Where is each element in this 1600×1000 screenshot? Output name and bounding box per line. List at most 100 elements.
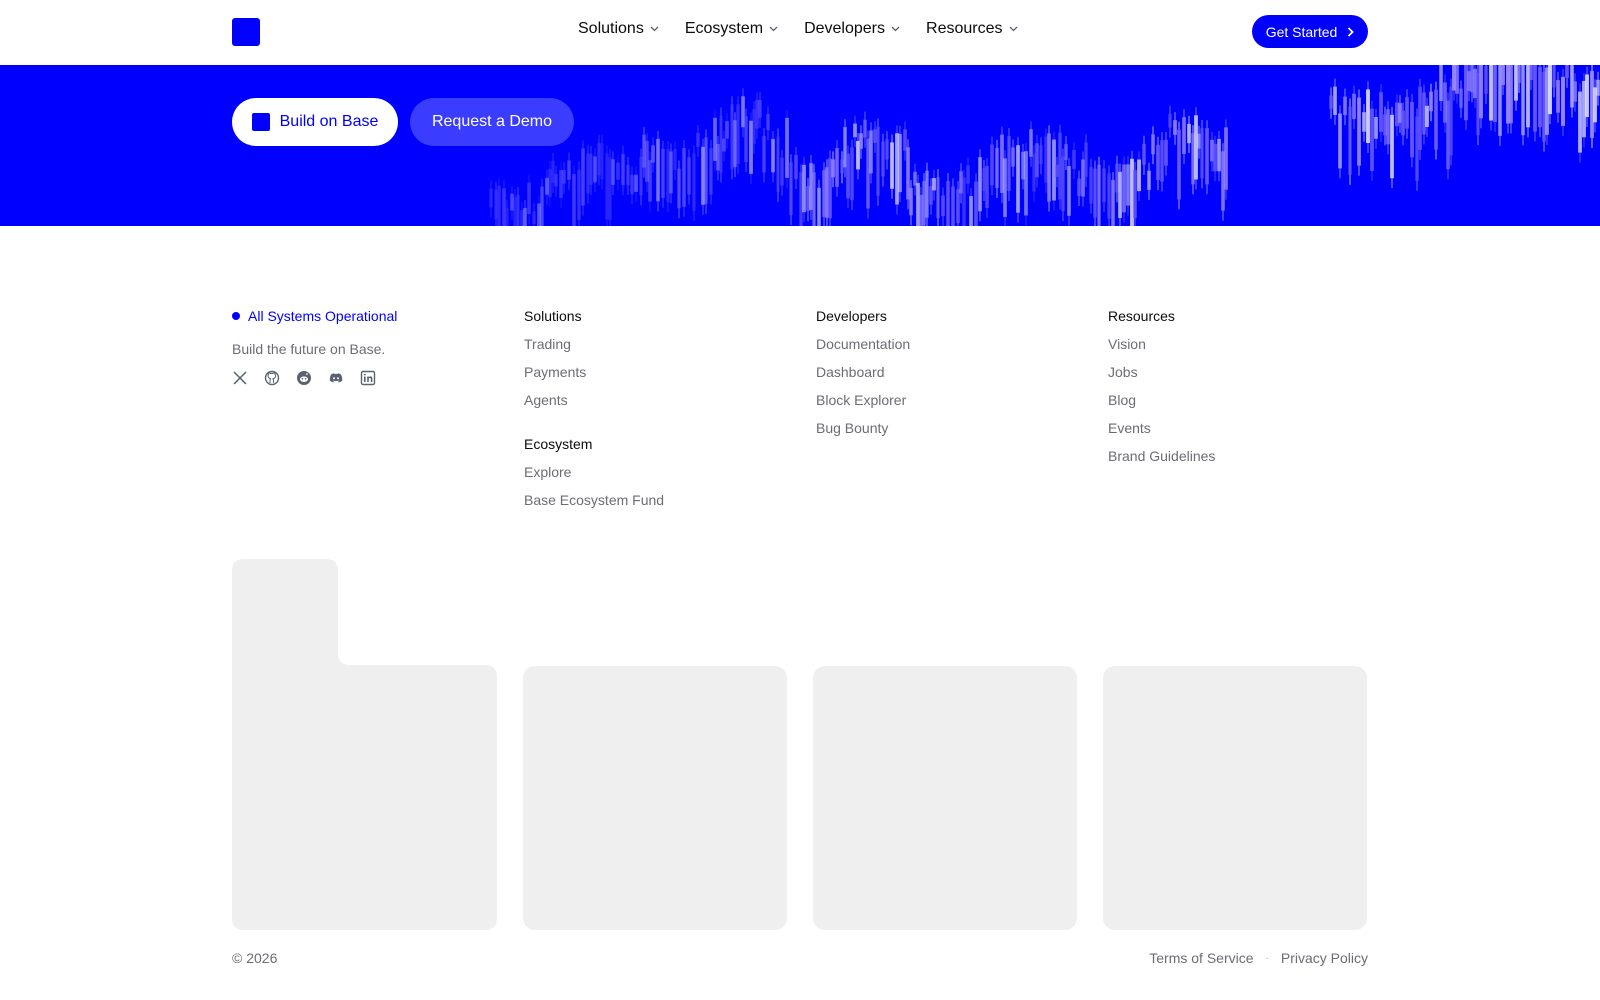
request-demo-label: Request a Demo — [431, 113, 553, 130]
nav-label: Ecosystem — [684, 20, 764, 37]
candle-body — [890, 142, 894, 189]
footer-tile-1 — [232, 559, 497, 930]
nav-resources[interactable]: Resources — [926, 20, 1017, 38]
link-agents[interactable]: Agents — [524, 392, 664, 410]
main-nav: Solutions Ecosystem Developers Resources — [578, 20, 1018, 38]
system-status[interactable]: All Systems Operational — [232, 308, 397, 324]
candle-body — [1509, 65, 1513, 124]
candle-body — [682, 147, 686, 207]
candle-body — [1390, 114, 1394, 179]
candle-body — [581, 148, 585, 206]
candle-body — [771, 139, 775, 173]
link-jobs[interactable]: Jobs — [1108, 364, 1215, 382]
candle-body — [1352, 93, 1356, 120]
candle-body — [1529, 65, 1533, 80]
candle-body — [1425, 105, 1429, 128]
candle-body — [567, 160, 571, 180]
build-on-base-button[interactable]: Build on Base — [232, 98, 398, 146]
candle-body — [669, 151, 673, 194]
nav-label: Resources — [926, 20, 1003, 37]
build-on-base-label: Build on Base — [279, 113, 379, 130]
candle-body — [932, 177, 936, 191]
status-dot-icon — [232, 312, 240, 320]
link-vision[interactable]: Vision — [1108, 336, 1215, 354]
link-trading[interactable]: Trading — [524, 336, 664, 354]
candle-body — [1168, 113, 1172, 128]
candle-body — [1107, 173, 1111, 219]
linkedin-icon[interactable] — [360, 370, 376, 386]
privacy-link[interactable]: Privacy Policy — [1281, 950, 1368, 966]
candle-body — [1573, 81, 1577, 102]
legal-separator: · — [1265, 952, 1269, 964]
github-icon[interactable] — [264, 370, 280, 386]
link-events[interactable]: Events — [1108, 420, 1215, 438]
link-bug-bounty[interactable]: Bug Bounty — [816, 420, 910, 438]
candle-body — [709, 148, 713, 195]
candle-body — [1084, 142, 1088, 177]
candle-body — [990, 144, 994, 186]
candle-body — [1578, 91, 1582, 153]
candle-body — [1533, 65, 1537, 132]
candle-body — [1517, 65, 1521, 83]
candle-body — [540, 186, 544, 226]
candle-body — [1111, 180, 1115, 226]
candle-body — [1011, 147, 1015, 167]
candle-body — [577, 169, 581, 220]
link-ecosystem-fund[interactable]: Base Ecosystem Fund — [524, 492, 664, 510]
link-dashboard[interactable]: Dashboard — [816, 364, 910, 382]
nav-ecosystem[interactable]: Ecosystem — [685, 20, 778, 38]
link-explore[interactable]: Explore — [524, 464, 664, 482]
candle-body — [736, 104, 740, 165]
candle-body — [785, 117, 789, 178]
footer-tile-3 — [813, 666, 1077, 930]
nav-developers[interactable]: Developers — [804, 20, 900, 38]
x-icon[interactable] — [232, 370, 248, 386]
candle-body — [611, 159, 615, 186]
candle-body — [956, 189, 960, 224]
link-documentation[interactable]: Documentation — [816, 336, 910, 354]
candle-body — [869, 130, 873, 174]
candle-body — [846, 153, 850, 199]
candle-body — [589, 154, 593, 185]
link-payments[interactable]: Payments — [524, 364, 664, 382]
candle-body — [1521, 65, 1525, 136]
candle-body — [780, 157, 784, 186]
candle-body — [1093, 168, 1097, 218]
link-brand-guidelines[interactable]: Brand Guidelines — [1108, 448, 1215, 466]
candle-body — [687, 157, 691, 195]
candle-body — [1151, 134, 1155, 155]
candle-body — [1007, 136, 1011, 191]
link-blog[interactable]: Blog — [1108, 392, 1215, 410]
candle-body — [1479, 65, 1483, 119]
candle-body — [1102, 168, 1106, 203]
candle-body — [1089, 166, 1093, 204]
nav-solutions[interactable]: Solutions — [578, 20, 659, 38]
discord-icon[interactable] — [328, 370, 344, 386]
candle-body — [497, 185, 501, 226]
candle-body — [1357, 97, 1361, 166]
candle-body — [1061, 156, 1065, 211]
terms-link[interactable]: Terms of Service — [1149, 950, 1253, 966]
get-started-label: Get Started — [1265, 23, 1338, 40]
footer-tile-4 — [1103, 666, 1367, 930]
candle-body — [1338, 113, 1342, 169]
candle-body — [1160, 140, 1164, 182]
link-block-explorer[interactable]: Block Explorer — [816, 392, 910, 410]
request-demo-button[interactable]: Request a Demo — [410, 98, 574, 146]
candle-body — [1596, 79, 1600, 96]
chevron-right-icon — [1348, 26, 1355, 37]
candle-body — [1459, 88, 1463, 108]
col-title-solutions: Solutions — [524, 308, 582, 324]
hero-band: Build on Base Request a Demo — [0, 65, 1600, 226]
candle-body — [1455, 65, 1459, 94]
candle-body — [1097, 164, 1101, 226]
candle-body — [1366, 89, 1370, 144]
candle-body — [593, 156, 597, 183]
base-square-icon — [251, 113, 270, 131]
candle-body — [744, 116, 748, 162]
candle-body — [1493, 65, 1497, 123]
reddit-icon[interactable] — [296, 370, 312, 386]
candle-body — [1217, 138, 1221, 172]
get-started-button[interactable]: Get Started — [1252, 15, 1368, 48]
base-logo[interactable] — [232, 18, 260, 46]
